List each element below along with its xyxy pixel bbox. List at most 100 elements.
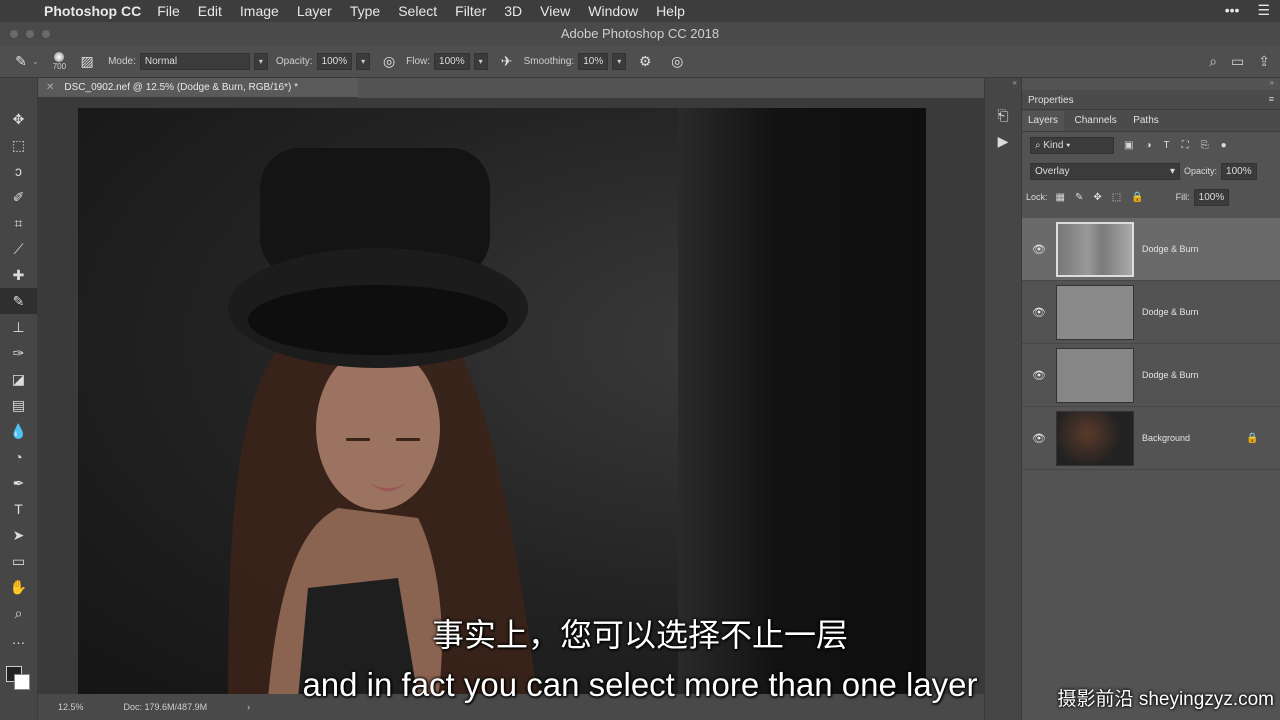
lock-pixels-icon[interactable]: ✎ — [1075, 192, 1083, 203]
lock-artboard-icon[interactable]: ⬚ — [1112, 192, 1121, 203]
layer-row[interactable]: 👁 Dodge & Burn — [1022, 281, 1280, 344]
healing-tool-icon[interactable]: ✚ — [0, 262, 37, 288]
eraser-tool-icon[interactable]: ◪ — [0, 366, 37, 392]
lock-label: Lock: — [1026, 192, 1048, 202]
eyedropper-tool-icon[interactable]: ⟋ — [0, 236, 37, 262]
menu-app-name[interactable]: Photoshop CC — [44, 3, 141, 19]
layer-name[interactable]: Dodge & Burn — [1142, 244, 1199, 254]
eye-icon[interactable]: 👁 — [1022, 369, 1056, 382]
layer-row[interactable]: 👁 Dodge & Burn — [1022, 344, 1280, 407]
gradient-tool-icon[interactable]: ▤ — [0, 392, 37, 418]
crop-tool-icon[interactable]: ⌗ — [0, 210, 37, 236]
type-tool-icon[interactable]: T — [0, 496, 37, 522]
flow-dropdown-icon[interactable]: ▾ — [473, 53, 488, 70]
tab-paths[interactable]: Paths — [1127, 111, 1165, 131]
panel-menu-icon[interactable]: ≡ — [1269, 94, 1274, 104]
layer-opacity-field[interactable]: 100% — [1221, 162, 1257, 180]
flow-label: Flow: — [406, 56, 431, 67]
lock-position-icon[interactable]: ✥ — [1093, 192, 1101, 203]
path-select-tool-icon[interactable]: ➤ — [0, 522, 37, 548]
opacity-dropdown-icon[interactable]: ▾ — [356, 53, 371, 70]
filter-pixel-icon[interactable]: ▣ — [1124, 140, 1133, 151]
minimize-icon[interactable] — [26, 30, 34, 38]
blur-tool-icon[interactable]: 💧 — [0, 418, 37, 444]
layer-name[interactable]: Background — [1142, 433, 1190, 443]
pressure-size-icon[interactable]: ◎ — [666, 53, 688, 70]
canvas-area[interactable] — [38, 98, 984, 694]
search-icon[interactable]: ⌕ — [1209, 53, 1217, 70]
pen-tool-icon[interactable]: ✒ — [0, 470, 37, 496]
mode-dropdown-icon[interactable]: ▾ — [253, 53, 268, 70]
smoothing-field[interactable]: 10% — [578, 53, 609, 70]
tab-layers[interactable]: Layers — [1022, 111, 1065, 131]
menu-list-icon[interactable]: ☰ — [1257, 2, 1270, 19]
menu-help[interactable]: Help — [656, 3, 685, 19]
flow-field[interactable]: 100% — [434, 53, 470, 70]
layer-name[interactable]: Dodge & Burn — [1142, 307, 1199, 317]
opacity-field[interactable]: 100% — [316, 53, 353, 70]
menu-3d[interactable]: 3D — [504, 3, 522, 19]
lasso-tool-icon[interactable]: ↄ — [0, 158, 37, 184]
filter-type-icon[interactable]: T — [1164, 140, 1170, 151]
lock-all-icon[interactable]: 🔒 — [1131, 192, 1143, 203]
tab-properties[interactable]: Properties — [1022, 91, 1080, 111]
layer-row[interactable]: 👁 Dodge & Burn — [1022, 218, 1280, 281]
menu-select[interactable]: Select — [398, 3, 437, 19]
pressure-opacity-icon[interactable]: ◎ — [378, 53, 400, 70]
menu-layer[interactable]: Layer — [297, 3, 332, 19]
eye-icon[interactable]: 👁 — [1022, 306, 1056, 319]
menu-window[interactable]: Window — [588, 3, 638, 19]
menu-view[interactable]: View — [540, 3, 570, 19]
hand-tool-icon[interactable]: ✋ — [0, 574, 37, 600]
layer-name[interactable]: Dodge & Burn — [1142, 370, 1199, 380]
workspace-icon[interactable]: ▭ — [1231, 53, 1244, 70]
close-tab-icon[interactable]: ✕ — [46, 82, 54, 93]
menu-filter[interactable]: Filter — [455, 3, 486, 19]
quick-select-tool-icon[interactable]: ✐ — [0, 184, 37, 210]
document-tab[interactable]: ✕ DSC_0902.nef @ 12.5% (Dodge & Burn, RGB… — [38, 78, 358, 98]
history-brush-tool-icon[interactable]: ✑ — [0, 340, 37, 366]
airbrush-icon[interactable]: ✈ — [496, 53, 518, 70]
menu-file[interactable]: File — [157, 3, 180, 19]
dodge-tool-icon[interactable]: ◔ — [0, 444, 37, 470]
share-icon[interactable]: ⇪ — [1258, 53, 1270, 70]
filter-toggle-icon[interactable]: ● — [1221, 140, 1227, 151]
menu-image[interactable]: Image — [240, 3, 279, 19]
filter-adjustment-icon[interactable]: ◑ — [1145, 140, 1151, 151]
chevron-down-icon[interactable]: ⌄ — [32, 57, 39, 66]
blend-mode-select[interactable]: Overlay ▾ — [1030, 162, 1180, 180]
zoom-icon[interactable] — [42, 30, 50, 38]
move-tool-icon[interactable]: ✥ — [0, 106, 37, 132]
filter-smart-object-icon[interactable]: ⎘ — [1201, 140, 1209, 151]
layer-row[interactable]: 👁 Background 🔒 — [1022, 407, 1280, 470]
tab-channels[interactable]: Channels — [1068, 111, 1122, 131]
layer-thumbnail — [1056, 347, 1134, 403]
shape-tool-icon[interactable]: ▭ — [0, 548, 37, 574]
fill-field[interactable]: 100% — [1193, 188, 1230, 206]
play-icon[interactable]: ▶ — [985, 128, 1021, 154]
photo-canvas[interactable] — [78, 108, 926, 694]
stamp-tool-icon[interactable]: ⊥ — [0, 314, 37, 340]
expand-icon[interactable]: » — [1022, 78, 1280, 90]
close-icon[interactable] — [10, 30, 18, 38]
collapse-icon[interactable]: « — [985, 78, 1021, 102]
lock-transparency-icon[interactable]: ▦ — [1056, 192, 1065, 203]
menu-type[interactable]: Type — [350, 3, 380, 19]
history-icon[interactable]: ⎗ — [985, 102, 1021, 128]
brush-panel-icon[interactable]: ▨ — [76, 53, 98, 70]
filter-shape-icon[interactable]: ⛶ — [1182, 140, 1189, 151]
kind-filter-select[interactable]: ⌕ Kind ▾ — [1030, 136, 1114, 154]
brush-preset-picker[interactable]: 700 — [53, 52, 66, 71]
window-controls[interactable] — [10, 30, 50, 38]
smoothing-dropdown-icon[interactable]: ▾ — [612, 53, 627, 70]
gear-icon[interactable]: ⚙ — [634, 53, 656, 70]
more-icon[interactable]: ••• — [1225, 2, 1240, 19]
lock-icon: 🔒 — [1246, 432, 1259, 444]
marquee-tool-icon[interactable]: ⬚ — [0, 132, 37, 158]
eye-icon[interactable]: 👁 — [1022, 432, 1056, 445]
brush-tool-icon[interactable]: ✎ — [0, 288, 37, 314]
brush-icon[interactable]: ✎ — [10, 53, 32, 70]
eye-icon[interactable]: 👁 — [1022, 243, 1056, 256]
mode-select[interactable]: Normal — [139, 53, 250, 70]
menu-edit[interactable]: Edit — [198, 3, 222, 19]
